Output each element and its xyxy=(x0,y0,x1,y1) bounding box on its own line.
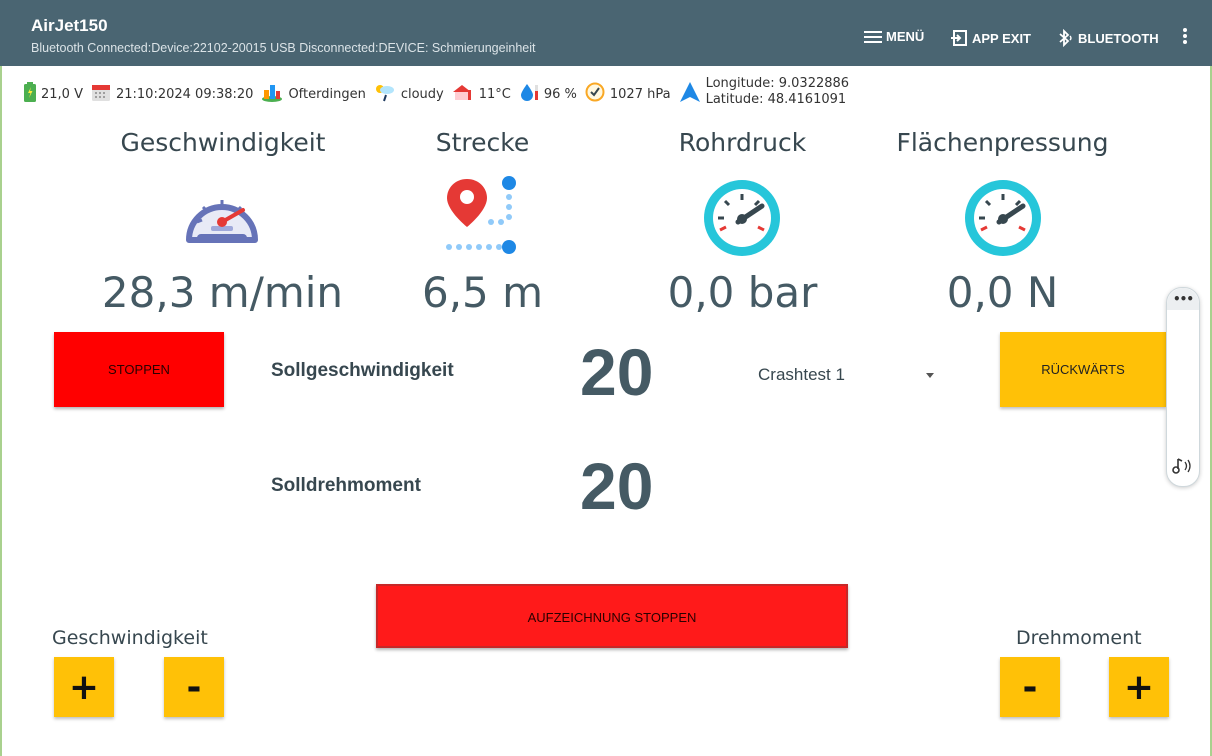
app-bar: AirJet150 Bluetooth Connected:Device:221… xyxy=(0,0,1212,66)
target-torque-value: 20 xyxy=(580,449,654,523)
datetime-value: 21:10:2024 09:38:20 xyxy=(115,86,254,102)
gauge-title-pipe-pressure: Rohrdruck xyxy=(678,128,807,157)
connection-status: Bluetooth Connected:Device:22102-20015 U… xyxy=(31,41,536,55)
target-speed-value: 20 xyxy=(580,335,654,409)
distance-value: 6,5 m xyxy=(421,268,544,317)
status-line: 21,0 V 21:10:2024 09:38:20 Ofterdingen c… xyxy=(24,72,853,116)
app-exit-button[interactable]: APP EXIT xyxy=(950,29,1031,47)
minus-icon: - xyxy=(186,666,202,708)
surface-pressure-value: 0,0 N xyxy=(946,268,1059,317)
stop-button-label: STOPPEN xyxy=(108,362,170,377)
stop-recording-button[interactable]: AUFZEICHNUNG STOPPEN xyxy=(376,584,848,648)
torque-section-label: Drehmoment xyxy=(1016,627,1142,649)
floating-side-panel[interactable]: ••• xyxy=(1166,287,1200,487)
speed-plus-button[interactable]: + xyxy=(54,657,114,717)
gps-coordinates: Longitude: 9.0322886 Latitude: 48.416109… xyxy=(706,76,849,108)
gauge-title-speed: Geschwindigkeit xyxy=(120,128,326,157)
route-icon xyxy=(443,175,523,261)
pressure-icon xyxy=(585,82,605,106)
exit-icon xyxy=(950,29,968,47)
stop-button[interactable]: STOPPEN xyxy=(54,332,224,407)
battery-icon xyxy=(24,82,36,106)
city-icon xyxy=(261,82,283,106)
surface-pressure-gauge-icon xyxy=(963,178,1043,262)
overflow-menu-icon[interactable] xyxy=(1182,27,1188,45)
speed-section-label: Geschwindigkeit xyxy=(52,627,208,649)
sound-note-icon[interactable] xyxy=(1171,456,1193,480)
temperature-icon xyxy=(452,82,474,106)
torque-plus-button[interactable]: + xyxy=(1109,657,1169,717)
bluetooth-button[interactable]: BLUETOOTH xyxy=(1056,29,1159,47)
speedometer-icon xyxy=(183,188,261,252)
menu-button-label: MENÜ xyxy=(886,29,925,44)
hamburger-icon xyxy=(864,30,882,44)
reverse-button-label: RÜCKWÄRTS xyxy=(1041,362,1125,377)
program-select[interactable]: Crashtest 1 xyxy=(758,360,942,390)
more-options-icon[interactable]: ••• xyxy=(1167,288,1199,310)
humidity-icon xyxy=(519,82,539,106)
pressure-gauge-icon xyxy=(702,178,782,262)
gauge-title-distance: Strecke xyxy=(435,128,530,157)
bluetooth-icon xyxy=(1056,29,1074,47)
weather-value: cloudy xyxy=(400,86,444,102)
program-select-value: Crashtest 1 xyxy=(758,365,845,384)
calendar-icon xyxy=(91,82,111,106)
gauge-title-surface-pressure: Flächenpressung xyxy=(896,128,1109,157)
weather-icon xyxy=(374,82,396,106)
voltage-value: 21,0 V xyxy=(41,86,83,102)
longitude-value: Longitude: 9.0322886 xyxy=(705,76,850,91)
target-speed-label: Sollgeschwindigkeit xyxy=(271,360,454,381)
app-exit-label: APP EXIT xyxy=(972,30,1032,46)
navigation-arrow-icon xyxy=(679,81,701,107)
latitude-value: Latitude: 48.4161091 xyxy=(705,92,847,107)
menu-button[interactable]: MENÜ xyxy=(864,29,924,44)
torque-minus-button[interactable]: - xyxy=(1000,657,1060,717)
humidity-value: 96 % xyxy=(543,86,577,102)
reverse-button[interactable]: RÜCKWÄRTS xyxy=(1000,332,1166,407)
stop-recording-label: AUFZEICHNUNG STOPPEN xyxy=(527,610,697,625)
app-title: AirJet150 xyxy=(31,16,108,35)
dropdown-arrow-icon xyxy=(926,372,934,378)
temperature-value: 11°C xyxy=(478,86,511,102)
pipe-pressure-value: 0,0 bar xyxy=(667,268,818,317)
location-value: Ofterdingen xyxy=(288,86,366,102)
plus-icon: + xyxy=(68,666,100,708)
minus-icon: - xyxy=(1022,666,1038,708)
bluetooth-label: BLUETOOTH xyxy=(1078,30,1159,46)
plus-icon: + xyxy=(1123,666,1155,708)
speed-minus-button[interactable]: - xyxy=(164,657,224,717)
speed-value: 28,3 m/min xyxy=(101,268,344,317)
target-torque-label: Solldrehmoment xyxy=(271,475,421,496)
pressure-value: 1027 hPa xyxy=(609,86,671,102)
